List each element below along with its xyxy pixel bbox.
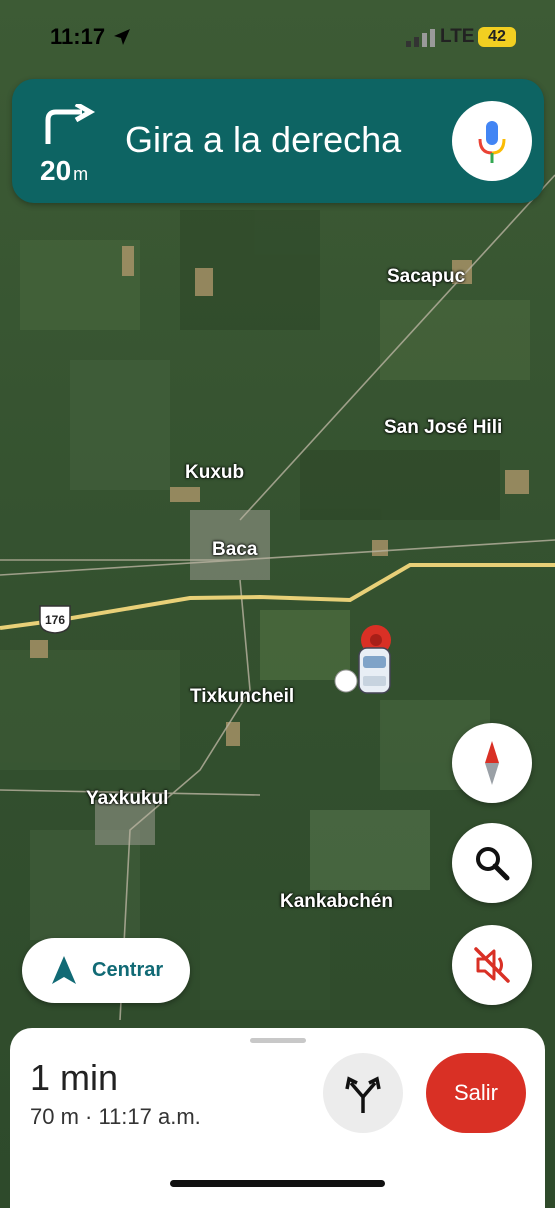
search-button[interactable]	[452, 823, 532, 903]
route-176-shield: 176	[38, 604, 72, 634]
place-label-tixkuncheil[interactable]: Tixkuncheil	[190, 686, 294, 708]
place-label-sacapuc[interactable]: Sacapuc	[387, 266, 465, 288]
turn-right-icon	[45, 104, 96, 144]
microphone-icon	[478, 121, 506, 163]
status-time: 11:17	[50, 24, 106, 49]
place-label-san-jose-hili[interactable]: San José Hili	[384, 417, 502, 439]
route-number: 176	[45, 613, 65, 627]
home-indicator[interactable]	[170, 1180, 385, 1187]
volume-muted-icon	[474, 947, 510, 983]
route-split-icon	[345, 1076, 381, 1113]
voice-search-button[interactable]	[452, 101, 532, 181]
place-label-baca[interactable]: Baca	[212, 539, 257, 561]
mute-button[interactable]	[452, 925, 532, 1005]
search-icon	[476, 847, 510, 881]
network-type: LTE	[440, 26, 475, 47]
recenter-label: Centrar	[92, 959, 164, 981]
navigation-banner[interactable]: 20 m Gira a la derecha	[12, 79, 544, 203]
maneuver-distance: 20 m	[40, 155, 88, 187]
battery-indicator: 42	[478, 27, 516, 47]
status-bar: 11:17 LTE 42	[0, 0, 555, 70]
sheet-drag-handle[interactable]	[250, 1038, 306, 1043]
compass-button[interactable]	[452, 723, 532, 803]
turn-instruction: Gira a la derecha	[125, 119, 402, 160]
eta-time: 1 min	[30, 1057, 119, 1098]
alternate-routes-button[interactable]	[323, 1053, 403, 1133]
place-label-yaxkukul[interactable]: Yaxkukul	[86, 788, 168, 810]
compass-icon	[485, 741, 499, 785]
navigation-arrow-icon	[52, 956, 76, 984]
exit-navigation-button[interactable]: Salir	[426, 1053, 526, 1133]
distance-value: 20	[40, 155, 72, 186]
trip-details: 70 m · 11:17 a.m.	[30, 1104, 201, 1129]
cell-signal-icon	[406, 29, 435, 47]
recenter-button[interactable]: Centrar	[22, 938, 190, 1003]
place-label-kankabchen[interactable]: Kankabchén	[280, 891, 393, 913]
place-label-kuxub[interactable]: Kuxub	[185, 462, 244, 484]
location-arrow-icon	[114, 29, 130, 45]
distance-unit: m	[73, 164, 89, 184]
